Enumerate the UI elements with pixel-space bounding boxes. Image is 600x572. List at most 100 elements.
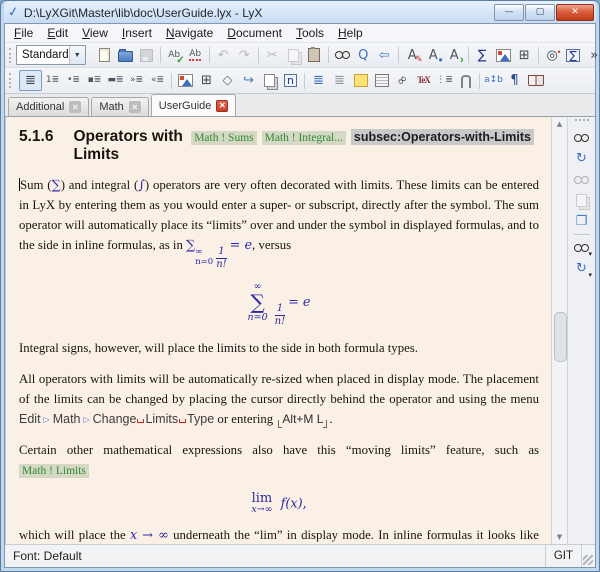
insert-marginal-note-button[interactable]: ≣ bbox=[329, 71, 350, 90]
find-advanced-button[interactable]: Q bbox=[353, 46, 374, 65]
navigate-back-button[interactable]: ⇦ bbox=[374, 46, 395, 65]
label-badge-subsec[interactable]: subsec:Operators-with-Limits bbox=[350, 129, 534, 145]
tab-additional[interactable]: Additional ✕ bbox=[8, 97, 90, 116]
spellcheck-continuously-button[interactable]: Ab bbox=[185, 46, 206, 65]
tab-close-button[interactable]: ✕ bbox=[69, 101, 82, 113]
paragraph-which-will-place[interactable]: which will place the x → ∞ underneath th… bbox=[19, 526, 539, 544]
find-replace-button[interactable] bbox=[332, 46, 353, 65]
menu-item[interactable]: Tools bbox=[289, 25, 331, 41]
vertical-scrollbar[interactable]: ▲ ▼ bbox=[551, 117, 567, 544]
decrease-depth-button[interactable]: «≣ bbox=[147, 71, 168, 90]
menu-item[interactable]: View bbox=[75, 25, 115, 41]
status-version-control: GIT bbox=[544, 545, 582, 567]
insert-file-button[interactable] bbox=[455, 71, 476, 90]
toolbar-overflow-button[interactable]: » bbox=[584, 46, 600, 65]
numbered-list-button[interactable]: 1≣ bbox=[42, 71, 63, 90]
open-document-button[interactable] bbox=[115, 46, 136, 65]
math-macro-button[interactable]: ∑ bbox=[563, 46, 584, 65]
minimize-button[interactable]: — bbox=[494, 4, 524, 21]
toolbar-separator bbox=[208, 47, 210, 63]
noun-button[interactable]: A bbox=[423, 46, 444, 67]
menu-item[interactable]: Document bbox=[220, 25, 289, 41]
menu-item[interactable]: Navigate bbox=[159, 25, 220, 41]
paragraph-certain-other[interactable]: Certain other mathematical expressions a… bbox=[19, 441, 539, 481]
insert-note-button[interactable] bbox=[350, 71, 371, 90]
fraction: 1 n! bbox=[216, 245, 227, 270]
export-view-button[interactable]: ❐ bbox=[571, 212, 592, 231]
scroll-up-icon[interactable]: ▲ bbox=[552, 117, 567, 131]
bullet-list-button[interactable]: •≣ bbox=[63, 71, 84, 90]
insert-toc-button[interactable]: ⋮≣ bbox=[434, 71, 455, 90]
insert-footnote-button[interactable]: ≣ bbox=[308, 71, 329, 90]
keyboard-shortcut: Alt+M L bbox=[278, 412, 327, 426]
insert-graphics-button[interactable] bbox=[493, 46, 514, 65]
tab-userguide[interactable]: UserGuide ✕ bbox=[150, 94, 237, 116]
menu-item[interactable]: File bbox=[7, 25, 40, 41]
lyx-logo-icon: ✓ bbox=[7, 4, 20, 21]
toolbar-grip[interactable] bbox=[9, 73, 14, 88]
view-document-button[interactable] bbox=[571, 128, 592, 147]
navigator-button[interactable]: ◎ bbox=[542, 46, 563, 65]
toolbar-grip[interactable] bbox=[9, 47, 11, 63]
copy-button[interactable] bbox=[283, 46, 304, 65]
update-other-formats-button[interactable]: ↻ bbox=[571, 259, 592, 279]
menu-item[interactable]: Help bbox=[331, 25, 370, 41]
insert-table-button[interactable]: ⊞ bbox=[514, 46, 535, 65]
insert-math-button[interactable]: ∑ bbox=[472, 46, 493, 65]
paragraph-settings-button[interactable]: ¶ bbox=[504, 71, 525, 90]
maximize-button[interactable]: ▢ bbox=[525, 4, 555, 21]
insert-cross-reference-button[interactable]: ↪ bbox=[238, 71, 259, 90]
apply-last-style-button[interactable]: A bbox=[444, 46, 465, 66]
index-badge-math-sums[interactable]: Math ! Sums bbox=[191, 131, 257, 145]
save-document-button[interactable] bbox=[136, 46, 157, 65]
insert-tex-button[interactable]: TeX bbox=[413, 71, 434, 90]
scroll-down-icon[interactable]: ▼ bbox=[552, 530, 567, 544]
redo-button[interactable]: ↷ bbox=[234, 46, 255, 65]
paragraph-sum-integral[interactable]: Sum (∑) and integral (∫) operators are v… bbox=[19, 176, 539, 271]
update-master-document-button[interactable] bbox=[571, 191, 592, 210]
space-marker bbox=[179, 418, 187, 423]
menu-item[interactable]: Edit bbox=[40, 25, 75, 41]
cut-button[interactable]: ✂ bbox=[262, 46, 283, 65]
close-button[interactable]: ✕ bbox=[556, 4, 594, 21]
labeling-list-button[interactable]: ▬≣ bbox=[105, 71, 126, 90]
chevron-down-icon[interactable]: ▼ bbox=[68, 46, 85, 64]
tab-close-button[interactable]: ✕ bbox=[216, 99, 229, 112]
tab-math[interactable]: Math ✕ bbox=[91, 97, 149, 116]
view-other-formats-button[interactable] bbox=[571, 238, 592, 258]
insert-graphics-button[interactable] bbox=[175, 71, 196, 90]
toolbar-separator bbox=[397, 47, 399, 63]
insert-nomenclature-button[interactable]: n bbox=[280, 71, 301, 90]
paragraph-integral-signs[interactable]: Integral signs, however, will place the … bbox=[19, 339, 539, 359]
thesaurus-button[interactable] bbox=[525, 71, 546, 90]
toolbar-grip[interactable] bbox=[574, 119, 589, 124]
scrollbar-thumb[interactable] bbox=[554, 312, 567, 362]
work-area: 5.1.6 Operators with Limits Math ! Sums M… bbox=[5, 117, 595, 544]
emphasis-button[interactable]: A bbox=[402, 46, 423, 65]
description-list-button[interactable]: ▪≣ bbox=[84, 71, 105, 90]
check-spelling-button[interactable]: Ab bbox=[164, 46, 184, 66]
new-document-button[interactable] bbox=[94, 46, 115, 65]
menu-item[interactable]: Insert bbox=[115, 25, 159, 41]
paragraph-layout-button[interactable]: ≣ bbox=[19, 70, 42, 91]
paste-button[interactable] bbox=[304, 46, 325, 65]
display-formula-lim[interactable]: lim x→∞ f(x), bbox=[19, 491, 539, 516]
view-master-document-button[interactable] bbox=[571, 170, 592, 189]
insert-table-button[interactable]: ⊞ bbox=[196, 71, 217, 90]
index-badge-math-integral[interactable]: Math ! Integral... bbox=[261, 131, 346, 145]
insert-citation-button[interactable] bbox=[259, 71, 280, 90]
title-bar[interactable]: ✓ D:\LyXGit\Master\lib\doc\UserGuide.lyx… bbox=[4, 1, 596, 23]
increase-depth-button[interactable]: »≣ bbox=[126, 71, 147, 90]
paragraph-style-combo[interactable]: Standard ▼ bbox=[16, 45, 86, 65]
paragraph-all-operators[interactable]: All operators with limits will be automa… bbox=[19, 370, 539, 430]
tab-close-button[interactable]: ✕ bbox=[128, 101, 141, 113]
inset-badge[interactable]: Math ! Limits bbox=[19, 463, 89, 478]
insert-label-button[interactable]: ◇ bbox=[217, 71, 238, 90]
sort-ab-button[interactable]: a↕b bbox=[483, 71, 504, 90]
display-formula-sum[interactable]: ∞ ∑ n=0 1 n! = e bbox=[19, 281, 539, 328]
undo-button[interactable]: ↶ bbox=[213, 46, 234, 65]
section-number: 5.1.6 bbox=[19, 128, 54, 145]
update-view-button[interactable]: ↻ bbox=[571, 149, 592, 168]
document-canvas[interactable]: 5.1.6 Operators with Limits Math ! Sums M… bbox=[5, 117, 551, 544]
resize-grip[interactable] bbox=[583, 555, 593, 565]
